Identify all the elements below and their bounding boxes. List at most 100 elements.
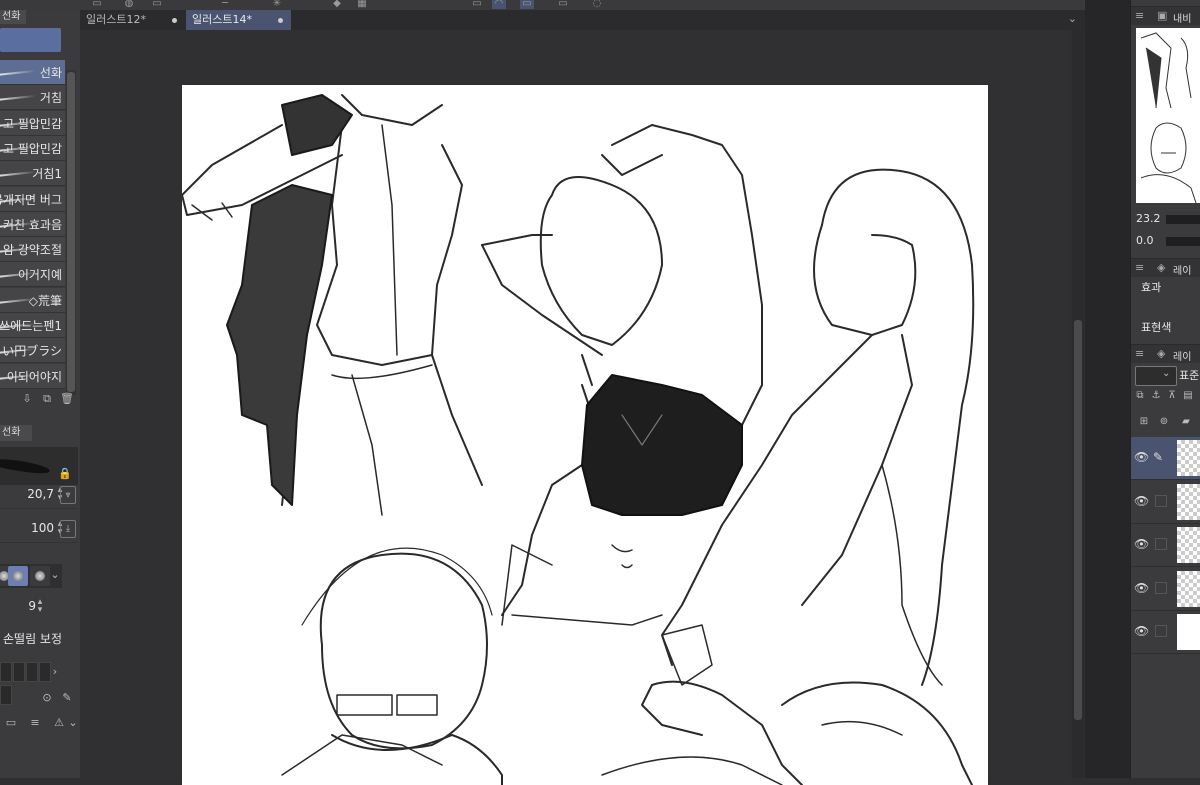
canvas-vertical-scrollbar[interactable] bbox=[1072, 30, 1084, 778]
eye-icon[interactable]: 👁 bbox=[1134, 581, 1149, 595]
eye-icon[interactable]: 👁 bbox=[1134, 450, 1149, 464]
brush-label: 거침 bbox=[39, 91, 62, 106]
import-icon[interactable]: ⇩ bbox=[20, 392, 34, 406]
rotation-slider[interactable]: 0.0 bbox=[1136, 234, 1200, 248]
zoom-slider[interactable]: 23.2 bbox=[1136, 212, 1200, 226]
trash-icon[interactable]: ▭ bbox=[556, 0, 570, 9]
reference-icon[interactable]: ⚓ bbox=[1149, 389, 1163, 403]
tip-soft[interactable] bbox=[30, 566, 50, 586]
navigator-header[interactable]: ≡ ▣ 내비 bbox=[1131, 6, 1200, 25]
duplicate-icon[interactable]: ⧉ bbox=[40, 392, 54, 406]
brush-item[interactable]: 암 강약조절 bbox=[0, 237, 65, 263]
snap-icon[interactable]: ▭ bbox=[520, 0, 534, 9]
wrench-icon[interactable]: ✎ bbox=[60, 691, 74, 705]
scroll-thumb[interactable] bbox=[1074, 320, 1082, 720]
brush-list-scrollbar[interactable] bbox=[66, 70, 76, 395]
layer-lock-box[interactable] bbox=[1155, 538, 1167, 550]
layer-row[interactable]: 👁 bbox=[1131, 480, 1200, 524]
eye-icon[interactable]: 👁 bbox=[1134, 494, 1149, 508]
grid-icon[interactable]: ▦ bbox=[355, 0, 369, 9]
brush-item[interactable]: 고 필압민감 bbox=[0, 110, 65, 136]
lock-icon[interactable]: 🔒 bbox=[58, 467, 72, 481]
brush-item[interactable]: 이거지예 bbox=[0, 262, 65, 288]
delete-icon[interactable]: 🗑 bbox=[60, 392, 74, 406]
clip-icon[interactable]: ⧉ bbox=[1133, 389, 1147, 403]
sparkle-icon[interactable]: ✳ bbox=[270, 0, 284, 9]
canvas-area[interactable] bbox=[80, 30, 1070, 785]
pressure-toggle-icon[interactable]: ⩔ bbox=[60, 486, 76, 504]
brush-size-value[interactable]: 20,7 bbox=[27, 487, 54, 501]
rotate-icon[interactable]: ◠ bbox=[492, 0, 506, 9]
brush-item[interactable]: い円ブラシ bbox=[0, 338, 65, 364]
chevron-down-icon[interactable]: ⌄ bbox=[48, 568, 62, 582]
brush-item[interactable]: 이되어야지 bbox=[0, 363, 65, 389]
brush-item[interactable]: 선화 bbox=[0, 60, 65, 85]
brush-item[interactable]: 고 필압민감 bbox=[0, 135, 65, 161]
ruler-icon[interactable]: ▭ bbox=[470, 0, 484, 9]
brush-label: ◇荒筆 bbox=[28, 293, 62, 308]
opacity-pressure-icon[interactable]: ⤓ bbox=[60, 520, 76, 538]
layer-lock-box[interactable] bbox=[1155, 494, 1167, 507]
stabilization-row[interactable]: 9 ▴ ▾ bbox=[0, 594, 78, 620]
ruler-icon[interactable]: ⊼ bbox=[1165, 389, 1179, 403]
layer-thumbnail bbox=[1177, 614, 1200, 650]
layer-panel-header[interactable]: ≡ ◈ 레이 bbox=[1131, 344, 1200, 363]
tip-medium[interactable] bbox=[8, 566, 28, 586]
drawing-canvas[interactable] bbox=[182, 85, 988, 785]
layer-lock-box[interactable] bbox=[1155, 581, 1167, 594]
menu-icon[interactable]: ≡ bbox=[1135, 9, 1144, 22]
stabilization-value[interactable]: 9 bbox=[28, 599, 36, 613]
undo-icon[interactable]: ─ bbox=[218, 0, 232, 9]
layer-row[interactable]: 👁 bbox=[1131, 611, 1200, 654]
layer-row[interactable]: 👁 ✎ bbox=[1131, 437, 1200, 480]
subtool-group-selected[interactable] bbox=[0, 28, 61, 52]
brush-item[interactable]: 거침1 bbox=[0, 161, 65, 187]
menu-icon[interactable]: ≡ bbox=[1135, 347, 1144, 360]
opacity-row[interactable]: 100 ▴ ▾ ⤓ bbox=[0, 516, 78, 543]
dropdown-icon[interactable]: ⌄ bbox=[66, 716, 80, 730]
eye-icon[interactable]: 👁 bbox=[1134, 537, 1149, 551]
open-icon[interactable]: ◍ bbox=[122, 0, 136, 9]
warning-icon[interactable]: ⚠ bbox=[52, 716, 66, 730]
tab-label: 일러스트12* bbox=[86, 13, 146, 26]
new-canvas-icon[interactable]: ▭ bbox=[90, 0, 104, 9]
brush-item[interactable]: 쓰에드는펜1 bbox=[0, 313, 65, 338]
layer-color-dropdown[interactable]: ⌄ bbox=[1135, 366, 1177, 386]
new-folder-icon[interactable]: ▰ bbox=[1179, 415, 1193, 429]
layer-lock-box[interactable] bbox=[1155, 625, 1167, 637]
spin-icon[interactable]: ▴ ▾ bbox=[36, 598, 44, 615]
tab-illust14[interactable]: 일러스트14* bbox=[186, 10, 291, 30]
brush-item[interactable]: 뭉개지면 버그 bbox=[0, 186, 65, 212]
rotation-value[interactable]: 0.0 bbox=[1136, 234, 1154, 247]
layer-icon[interactable]: ▭ bbox=[4, 716, 18, 730]
layer-property-header[interactable]: ≡ ◈ 레이 bbox=[1131, 258, 1200, 277]
menu-icon[interactable]: ≡ bbox=[1135, 261, 1144, 274]
layer-property-title: 레이 bbox=[1173, 266, 1192, 277]
navigator-preview[interactable] bbox=[1136, 28, 1200, 203]
eye-icon[interactable]: 👁 bbox=[1134, 624, 1149, 638]
navigator-title: 내비 bbox=[1173, 14, 1192, 25]
opacity-value[interactable]: 100 bbox=[31, 521, 54, 535]
chevron-right-icon[interactable]: › bbox=[48, 665, 62, 679]
list-icon[interactable]: ≡ bbox=[28, 716, 42, 730]
brush-item[interactable]: 커친 효과음 bbox=[0, 211, 65, 237]
effect-label: 효과 bbox=[1141, 281, 1162, 294]
brush-size-row[interactable]: 20,7 ▴ ▾ ⩔ bbox=[0, 482, 78, 509]
subtool-tab[interactable]: 선화 bbox=[0, 10, 26, 24]
tab-illust12[interactable]: 일러스트12* bbox=[80, 10, 185, 30]
lock-icon[interactable]: ▤ bbox=[1181, 389, 1195, 403]
new-vector-layer-icon[interactable]: ⊚ bbox=[1157, 415, 1171, 429]
layer-row[interactable]: 👁 bbox=[1131, 567, 1200, 611]
speech-icon[interactable]: ◌ bbox=[590, 0, 604, 9]
tool-property-tab[interactable]: 선화 bbox=[0, 425, 32, 441]
zoom-value[interactable]: 23.2 bbox=[1136, 212, 1161, 225]
reset-icon[interactable]: ⊙ bbox=[40, 691, 54, 705]
save-icon[interactable]: ▭ bbox=[150, 0, 164, 9]
brush-item[interactable]: ◇荒筆 bbox=[0, 287, 65, 313]
brush-item[interactable]: 거침 bbox=[0, 85, 65, 111]
fill-icon[interactable]: ◆ bbox=[330, 0, 344, 9]
layer-row[interactable]: 👁 bbox=[1131, 524, 1200, 567]
blend-mode-select[interactable]: 표준 bbox=[1179, 367, 1199, 383]
new-layer-icon[interactable]: ⊞ bbox=[1137, 415, 1151, 429]
chevron-down-icon[interactable]: ⌄ bbox=[1068, 12, 1077, 25]
